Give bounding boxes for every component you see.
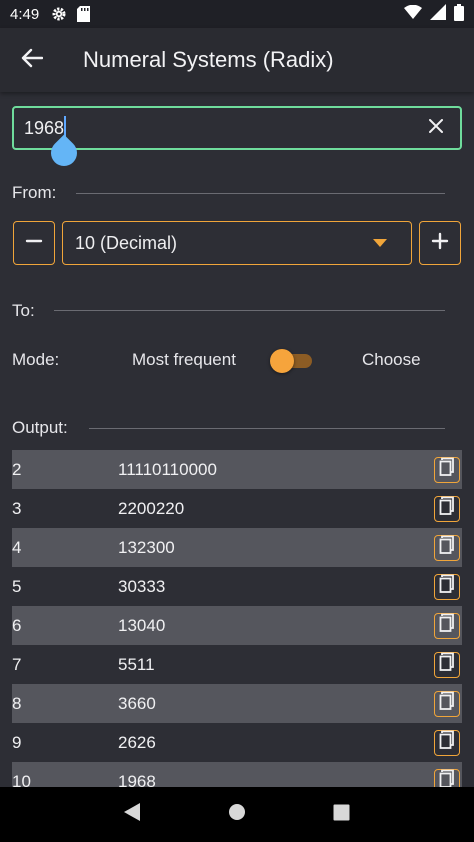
- output-base: 10: [12, 771, 31, 788]
- copy-icon: [438, 652, 456, 677]
- close-icon: [429, 118, 443, 138]
- output-row: 8 3660: [12, 684, 462, 723]
- output-value: 2626: [118, 732, 156, 752]
- nav-home-button[interactable]: [217, 795, 257, 835]
- app-bar: Numeral Systems (Radix): [0, 28, 474, 92]
- mode-option-most-frequent[interactable]: Most frequent: [132, 350, 236, 370]
- output-base: 6: [12, 615, 22, 635]
- output-value: 1968: [118, 771, 156, 788]
- gear-icon: [51, 6, 67, 22]
- clear-input-button[interactable]: [422, 114, 450, 142]
- status-bar: 4:49: [0, 0, 474, 28]
- copy-icon: [438, 613, 456, 638]
- output-base: 2: [12, 459, 22, 479]
- minus-icon: [25, 232, 43, 255]
- from-label: From:: [12, 183, 57, 202]
- copy-icon: [438, 457, 456, 482]
- output-value: 5511: [118, 654, 155, 674]
- output-base: 9: [12, 732, 22, 752]
- output-divider: [89, 428, 445, 429]
- copy-button[interactable]: [434, 768, 460, 787]
- square-recents-icon: [333, 804, 350, 826]
- output-row: 5 30333: [12, 567, 462, 606]
- toggle-thumb: [270, 349, 294, 373]
- output-value: 2200220: [118, 498, 185, 518]
- output-row: 6 13040: [12, 606, 462, 645]
- dropdown-arrow-icon: [373, 239, 387, 247]
- mode-toggle[interactable]: [270, 349, 314, 373]
- output-row: 7 5511: [12, 645, 462, 684]
- copy-icon: [438, 730, 456, 755]
- copy-icon: [438, 535, 456, 560]
- mode-label: Mode:: [12, 350, 60, 369]
- back-button[interactable]: [0, 28, 64, 92]
- output-row: 9 2626: [12, 723, 462, 762]
- wifi-icon: [404, 4, 422, 23]
- copy-button[interactable]: [434, 495, 460, 522]
- page-title: Numeral Systems (Radix): [83, 47, 334, 72]
- copy-button[interactable]: [434, 690, 460, 717]
- copy-button[interactable]: [434, 651, 460, 678]
- copy-icon: [438, 496, 456, 521]
- output-base: 5: [12, 576, 22, 596]
- triangle-back-icon: [123, 802, 141, 827]
- sd-card-icon: [77, 6, 91, 22]
- system-nav-bar: [0, 787, 474, 842]
- to-divider: [54, 310, 445, 311]
- output-base: 4: [12, 537, 22, 557]
- output-base: 8: [12, 693, 22, 713]
- output-row: 3 2200220: [12, 489, 462, 528]
- increase-base-button[interactable]: [419, 221, 461, 265]
- circle-home-icon: [228, 803, 246, 826]
- number-input[interactable]: [24, 117, 422, 139]
- nav-recents-button[interactable]: [322, 795, 362, 835]
- output-value: 30333: [118, 576, 166, 596]
- output-value: 11110110000: [118, 459, 217, 479]
- output-value: 13040: [118, 615, 166, 635]
- output-row: 4 132300: [12, 528, 462, 567]
- copy-icon: [438, 691, 456, 716]
- copy-button[interactable]: [434, 612, 460, 639]
- output-row: 2 11110110000: [12, 450, 462, 489]
- output-label: Output:: [12, 418, 68, 437]
- arrow-back-icon: [21, 48, 44, 73]
- output-list[interactable]: 2 11110110000 3 2200220 4 132300 5 30333…: [12, 450, 462, 787]
- mode-option-choose[interactable]: Choose: [362, 350, 421, 370]
- mode-row: Mode: Most frequent Choose: [12, 348, 462, 374]
- number-input-field[interactable]: [12, 106, 462, 150]
- output-base: 3: [12, 498, 22, 518]
- output-base: 7: [12, 654, 22, 674]
- decrease-base-button[interactable]: [13, 221, 55, 265]
- plus-icon: [431, 232, 449, 255]
- nav-back-button[interactable]: [112, 795, 152, 835]
- battery-icon: [454, 3, 464, 25]
- from-base-value: 10 (Decimal): [75, 232, 178, 253]
- copy-button[interactable]: [434, 729, 460, 756]
- copy-button[interactable]: [434, 534, 460, 561]
- status-time: 4:49: [10, 5, 40, 23]
- signal-icon: [430, 4, 446, 24]
- copy-icon: [438, 574, 456, 599]
- copy-button[interactable]: [434, 573, 460, 600]
- copy-icon: [438, 769, 456, 787]
- from-divider: [76, 193, 445, 194]
- output-value: 3660: [118, 693, 156, 713]
- copy-button[interactable]: [434, 456, 460, 483]
- output-row: 10 1968: [12, 762, 462, 787]
- to-label: To:: [12, 301, 35, 320]
- output-value: 132300: [118, 537, 175, 557]
- from-base-select[interactable]: 10 (Decimal): [62, 221, 412, 265]
